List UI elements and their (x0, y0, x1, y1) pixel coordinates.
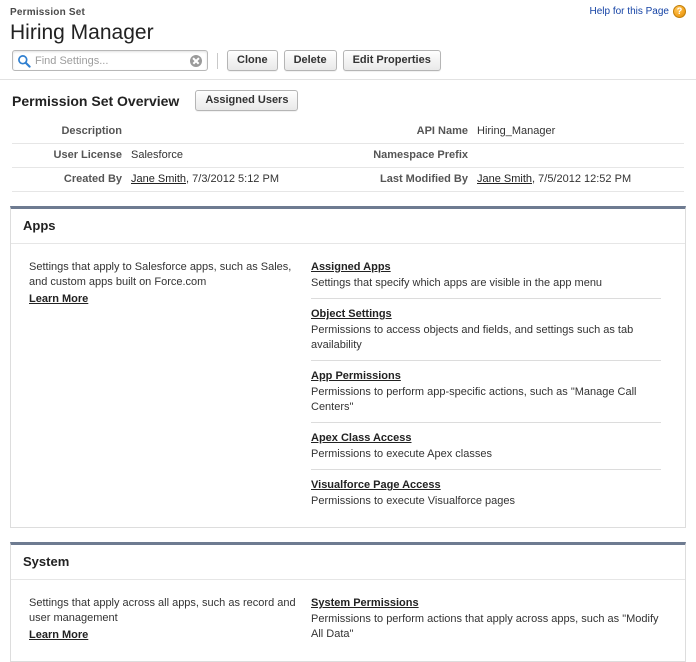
field-label-description: Description (12, 120, 131, 144)
visualforce-page-access-link[interactable]: Visualforce Page Access (311, 478, 441, 493)
list-item[interactable]: App Permissions Permissions to perform a… (311, 369, 661, 423)
list-item[interactable]: Apex Class Access Permissions to execute… (311, 431, 661, 470)
last-modified-timestamp: , 7/5/2012 12:52 PM (532, 173, 632, 185)
field-label-namespace-prefix: Namespace Prefix (338, 143, 477, 168)
apps-section-description-block: Settings that apply to Salesforce apps, … (11, 260, 311, 509)
field-value-user-license: Salesforce (131, 143, 338, 168)
apps-section-panel: Apps Settings that apply to Salesforce a… (10, 206, 686, 528)
apps-learn-more-link[interactable]: Learn More (29, 292, 88, 307)
help-for-this-page-link[interactable]: Help for this Page ? (589, 5, 686, 18)
find-settings-search-box[interactable] (12, 50, 208, 71)
list-item[interactable]: System Permissions Permissions to perfor… (311, 596, 661, 642)
overview-header: Permission Set Overview Assigned Users (12, 90, 684, 111)
list-item[interactable]: Visualforce Page Access Permissions to e… (311, 478, 661, 509)
apps-section-body: Settings that apply to Salesforce apps, … (11, 244, 685, 527)
system-permissions-link[interactable]: System Permissions (311, 596, 419, 611)
apps-links-list: Assigned Apps Settings that specify whic… (311, 260, 685, 509)
table-row: Description API Name Hiring_Manager (12, 120, 684, 144)
created-by-timestamp: , 7/3/2012 5:12 PM (186, 173, 279, 185)
help-question-icon: ? (673, 5, 686, 18)
object-settings-description: Permissions to access objects and fields… (311, 324, 634, 351)
apps-section-description: Settings that apply to Salesforce apps, … (29, 261, 292, 288)
system-section-panel: System Settings that apply across all ap… (10, 542, 686, 662)
field-label-user-license: User License (12, 143, 131, 168)
permission-set-overview: Permission Set Overview Assigned Users D… (0, 80, 696, 192)
clone-button[interactable]: Clone (227, 50, 278, 71)
apex-class-access-description: Permissions to execute Apex classes (311, 448, 492, 460)
system-section-description: Settings that apply across all apps, suc… (29, 597, 296, 624)
assigned-apps-description: Settings that specify which apps are vis… (311, 277, 603, 289)
overview-detail-table: Description API Name Hiring_Manager User… (12, 120, 684, 192)
app-permissions-link[interactable]: App Permissions (311, 369, 401, 384)
edit-properties-button[interactable]: Edit Properties (342, 50, 441, 71)
field-value-created-by: Jane Smith, 7/3/2012 5:12 PM (131, 167, 338, 192)
field-label-created-by: Created By (12, 167, 131, 192)
permission-set-page: Permission Set Hiring Manager Help for t… (0, 0, 696, 662)
field-value-last-modified-by: Jane Smith, 7/5/2012 12:52 PM (477, 167, 684, 192)
field-label-last-modified-by: Last Modified By (338, 167, 477, 192)
table-row: Created By Jane Smith, 7/3/2012 5:12 PM … (12, 167, 684, 192)
toolbar-divider (217, 52, 218, 69)
delete-button[interactable]: Delete (283, 50, 337, 71)
page-header: Permission Set Hiring Manager Help for t… (0, 0, 696, 46)
list-item[interactable]: Assigned Apps Settings that specify whic… (311, 260, 661, 299)
table-row: User License Salesforce Namespace Prefix (12, 143, 684, 168)
help-link-label: Help for this Page (589, 6, 670, 17)
visualforce-page-access-description: Permissions to execute Visualforce pages (311, 495, 516, 507)
assigned-apps-link[interactable]: Assigned Apps (311, 260, 391, 275)
object-settings-link[interactable]: Object Settings (311, 307, 392, 322)
system-section-title: System (11, 545, 685, 580)
overview-title: Permission Set Overview (12, 92, 180, 109)
apps-section-title: Apps (11, 209, 685, 244)
field-value-description (131, 120, 338, 144)
field-value-api-name: Hiring_Manager (477, 120, 684, 144)
search-input[interactable] (31, 54, 190, 67)
assigned-users-button[interactable]: Assigned Users (195, 90, 299, 111)
app-permissions-description: Permissions to perform app-specific acti… (311, 386, 637, 413)
system-section-body: Settings that apply across all apps, suc… (11, 580, 685, 661)
list-item[interactable]: Object Settings Permissions to access ob… (311, 307, 661, 361)
field-label-api-name: API Name (338, 120, 477, 144)
system-section-description-block: Settings that apply across all apps, suc… (11, 596, 311, 643)
page-title: Hiring Manager (10, 21, 154, 44)
field-value-namespace-prefix (477, 143, 684, 168)
system-links-list: System Permissions Permissions to perfor… (311, 596, 685, 643)
system-learn-more-link[interactable]: Learn More (29, 628, 88, 643)
created-by-user-link[interactable]: Jane Smith (131, 173, 186, 185)
last-modified-by-user-link[interactable]: Jane Smith (477, 173, 532, 185)
action-toolbar: Clone Delete Edit Properties (0, 46, 696, 80)
system-permissions-description: Permissions to perform actions that appl… (311, 613, 659, 640)
search-icon (17, 54, 31, 68)
apex-class-access-link[interactable]: Apex Class Access (311, 431, 412, 446)
clear-search-icon[interactable] (190, 54, 202, 67)
